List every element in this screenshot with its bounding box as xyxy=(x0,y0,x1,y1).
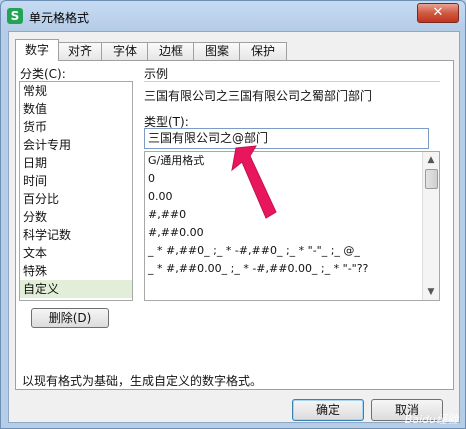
tab-protection[interactable]: 保护 xyxy=(239,42,287,60)
format-item[interactable]: 0.00 xyxy=(145,188,439,206)
format-item[interactable]: #,##0 xyxy=(145,206,439,224)
delete-button[interactable]: 删除(D) xyxy=(31,308,109,328)
category-list[interactable]: 常规 数值 货币 会计专用 日期 时间 百分比 分数 科学记数 文本 特殊 自定… xyxy=(19,81,133,301)
format-code-list[interactable]: G/通用格式 0 0.00 #,##0 #,##0.00 _ * #,##0_ … xyxy=(144,151,440,301)
title-bar[interactable]: S 单元格格式 ✕ xyxy=(1,1,465,31)
category-label: 分类(C): xyxy=(20,67,66,81)
scroll-up-arrow-icon[interactable]: ▲ xyxy=(423,152,439,168)
type-input[interactable]: 三国有限公司之@部门 xyxy=(144,128,429,149)
category-item-time[interactable]: 时间 xyxy=(20,172,132,190)
dialog-body: 数字 对齐 字体 边框 图案 保护 分类(C): 常规 数值 货币 会计专用 日… xyxy=(8,31,460,423)
format-description: 以现有格式为基础，生成自定义的数字格式。 xyxy=(22,374,263,388)
category-item-date[interactable]: 日期 xyxy=(20,154,132,172)
tab-alignment[interactable]: 对齐 xyxy=(57,42,103,60)
watermark: Baidu经验 xyxy=(404,413,458,426)
format-list-scrollbar[interactable]: ▲ ▼ xyxy=(422,152,439,300)
ok-button[interactable]: 确定 xyxy=(292,399,364,421)
format-item[interactable]: 0 xyxy=(145,170,439,188)
scrollbar-thumb[interactable] xyxy=(425,169,438,189)
window-title: 单元格格式 xyxy=(29,11,90,25)
number-tab-panel: 分类(C): 常规 数值 货币 会计专用 日期 时间 百分比 分数 科学记数 文… xyxy=(15,60,454,390)
tab-border[interactable]: 边框 xyxy=(147,42,195,60)
category-item-number[interactable]: 数值 xyxy=(20,100,132,118)
sample-preview: 三国有限公司之三国有限公司之蜀部门部门 xyxy=(144,89,373,103)
tab-font[interactable]: 字体 xyxy=(101,42,149,60)
category-item-special[interactable]: 特殊 xyxy=(20,262,132,280)
wps-app-icon: S xyxy=(7,8,23,24)
close-button[interactable]: ✕ xyxy=(417,3,459,23)
sample-divider xyxy=(144,81,440,82)
category-item-text[interactable]: 文本 xyxy=(20,244,132,262)
category-item-general[interactable]: 常规 xyxy=(20,82,132,100)
category-item-fraction[interactable]: 分数 xyxy=(20,208,132,226)
category-item-percentage[interactable]: 百分比 xyxy=(20,190,132,208)
category-item-currency[interactable]: 货币 xyxy=(20,118,132,136)
format-item[interactable]: _ * #,##0_ ;_ * -#,##0_ ;_ * "-"_ ;_ @_ xyxy=(145,242,439,260)
category-item-scientific[interactable]: 科学记数 xyxy=(20,226,132,244)
tab-pattern[interactable]: 图案 xyxy=(193,42,241,60)
tab-number[interactable]: 数字 xyxy=(15,39,59,61)
format-item[interactable]: G/通用格式 xyxy=(145,152,439,170)
scroll-down-arrow-icon[interactable]: ▼ xyxy=(423,284,439,300)
format-item[interactable]: #,##0.00 xyxy=(145,224,439,242)
category-item-custom[interactable]: 自定义 xyxy=(20,280,132,298)
format-item[interactable]: _ * #,##0.00_ ;_ * -#,##0.00_ ;_ * "-"?? xyxy=(145,260,439,278)
category-item-accounting[interactable]: 会计专用 xyxy=(20,136,132,154)
sample-group-title: 示例 xyxy=(144,67,169,81)
dialog-window: S 单元格格式 ✕ 数字 对齐 字体 边框 图案 保护 分类(C): 常规 数值… xyxy=(0,0,466,429)
